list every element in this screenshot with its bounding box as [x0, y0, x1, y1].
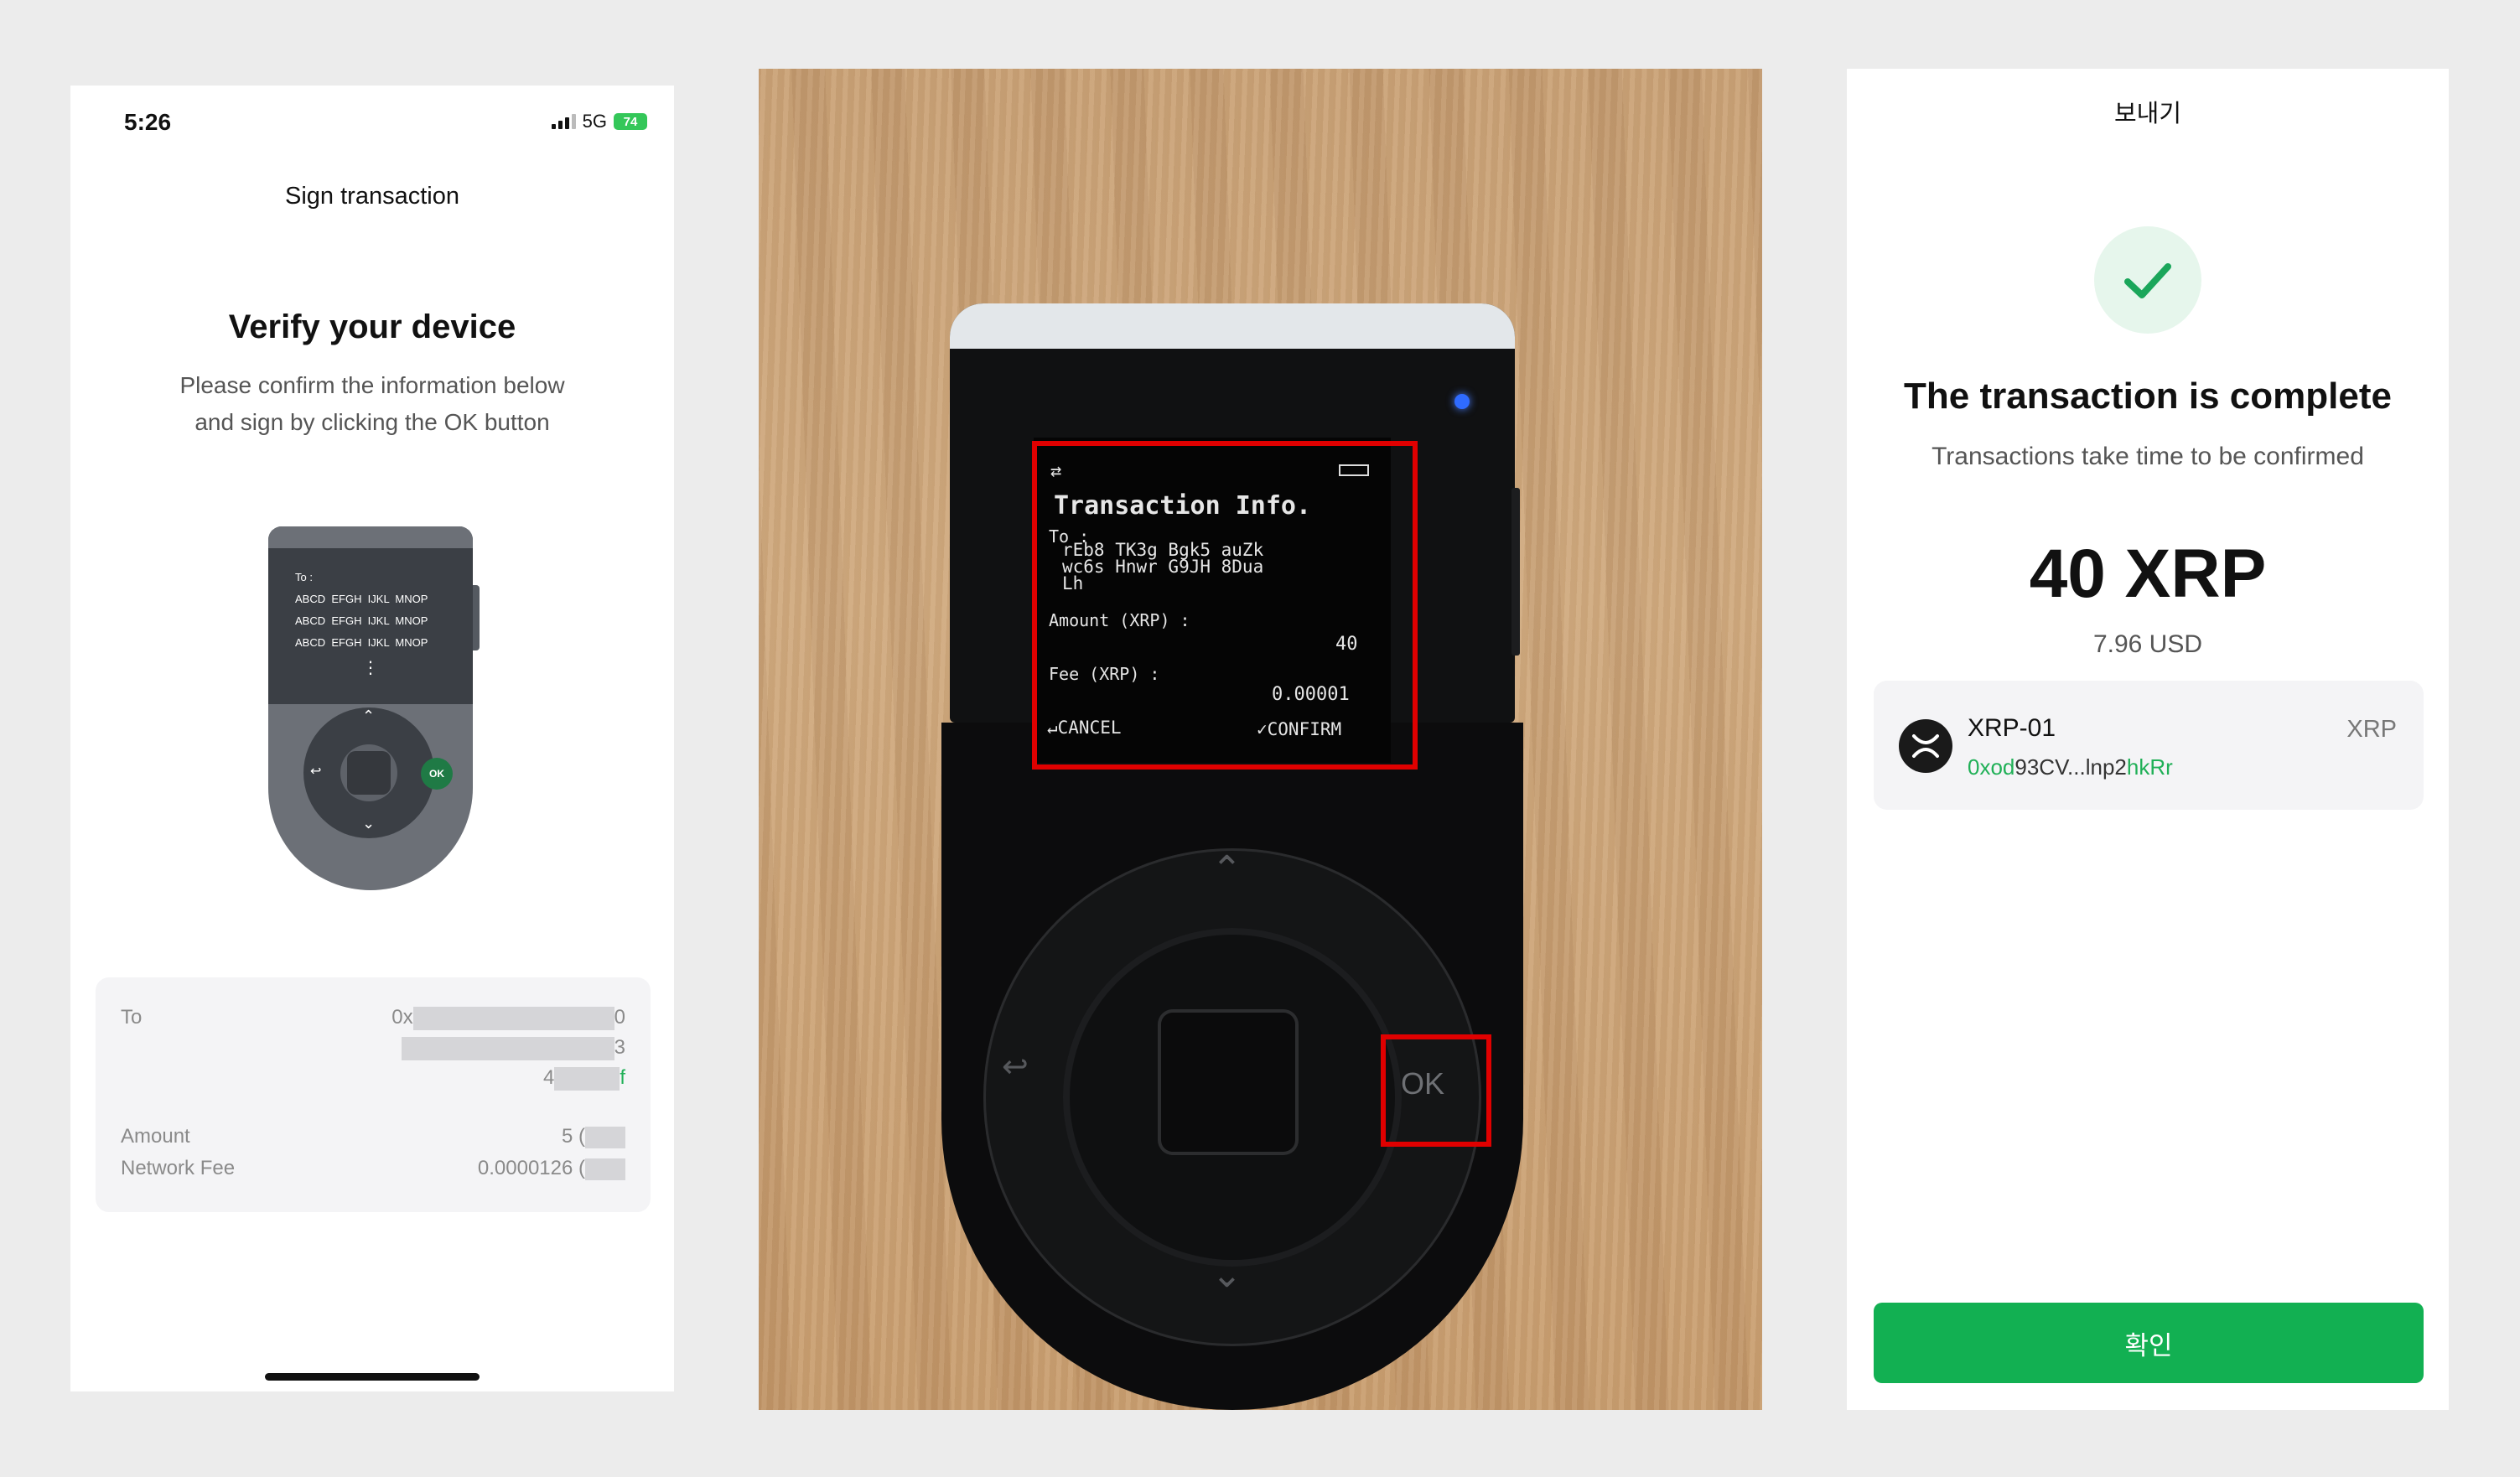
to-address-prefix: 0x: [391, 1006, 413, 1029]
instruction-line-1: Please confirm the information below: [179, 372, 565, 398]
battery-icon: 74: [614, 113, 647, 130]
sign-transaction-screen: 5:26 5G 74 Sign transaction Verify your …: [70, 86, 674, 1391]
up-arrow-icon: ⌃: [1211, 849, 1242, 890]
back-arrow-icon: ↩: [310, 764, 322, 779]
account-name: XRP-01: [1968, 714, 2056, 742]
account-card: XRP-01 0xod93CV...lnp2hkRr XRP: [1874, 681, 2424, 810]
fee-value: 0.0000126 (: [478, 1157, 625, 1180]
ok-highlight-box: [1381, 1034, 1491, 1147]
up-arrow-icon: ⌃: [362, 707, 376, 724]
fee-text: 0.0000126 (: [477, 1157, 585, 1179]
fingerprint-button: [1161, 1013, 1295, 1152]
device-side-button: [473, 585, 480, 650]
down-arrow-icon: ⌃: [362, 814, 376, 831]
instruction-line-2: and sign by clicking the OK button: [194, 409, 550, 435]
device-illustration: To : ABCD EFGH IJKL MNOP ABCD EFGH IJKL MN…: [268, 526, 480, 890]
success-badge: [2094, 226, 2201, 334]
redacted-block: [401, 1036, 614, 1060]
to-address-line-1: 0x 0: [391, 1006, 625, 1030]
checkmark-icon: [2124, 263, 2171, 298]
send-complete-screen: 보내기 The transaction is complete Transact…: [1847, 69, 2449, 1410]
address-middle: 93CV...lnp2: [2014, 754, 2127, 780]
device-address-row: ABCD EFGH IJKL MNOP: [295, 593, 428, 605]
address-prefix: 0xod: [1968, 754, 2015, 780]
to-address-suffix: 3: [614, 1036, 625, 1059]
back-arrow-icon: ↩: [1002, 1049, 1029, 1085]
confirm-button[interactable]: 확인: [1874, 1303, 2424, 1383]
home-indicator[interactable]: [265, 1373, 480, 1381]
to-address-prefix: 4: [542, 1066, 555, 1089]
down-arrow-icon: ⌃: [1211, 1252, 1242, 1293]
device-dpad: ⌃ ⌃ ↩ OK: [303, 707, 453, 838]
redacted-block: [585, 1126, 625, 1148]
amount-label: Amount: [121, 1125, 190, 1148]
hardware-wallet-cap: [950, 303, 1515, 349]
device-address-row: ABCD EFGH IJKL MNOP: [295, 636, 428, 649]
status-bar-icons: 5G 74: [551, 111, 647, 132]
hardware-wallet-photo: ⌃ ⌃ ↩ ⇄ Transaction Info. To : rEb8 TK3g…: [759, 69, 1762, 1410]
redacted-block: [554, 1066, 620, 1091]
sent-amount-usd: 7.96 USD: [2092, 630, 2203, 658]
network-type: 5G: [582, 111, 607, 132]
to-address-suffix: 0: [614, 1006, 625, 1029]
status-time: 5:26: [124, 109, 172, 135]
device-illustration-text: To : ABCD EFGH IJKL MNOP ABCD EFGH IJKL MN…: [295, 567, 428, 654]
nav-title: Sign transaction: [285, 183, 459, 210]
page-heading: Verify your device: [228, 308, 516, 345]
screen-highlight-box: [1032, 441, 1418, 770]
side-button: [1511, 488, 1520, 656]
status-led: [1454, 394, 1470, 409]
account-symbol: XRP: [2346, 716, 2397, 743]
fee-label: Network Fee: [121, 1157, 236, 1179]
transaction-details: To 0x 0 3 4f Amount 5 ( Network Fee 0.000…: [96, 977, 651, 1212]
nav-title: 보내기: [2113, 101, 2182, 127]
sent-amount: 40 XRP: [2029, 536, 2267, 612]
fingerprint-button-icon: [347, 751, 391, 795]
signal-icon: [551, 114, 576, 129]
address-suffix: hkRr: [2126, 754, 2173, 780]
to-label: To: [121, 1006, 143, 1029]
redacted-block: [585, 1158, 625, 1180]
amount-text: 5 (: [561, 1125, 585, 1148]
success-heading: The transaction is complete: [1904, 376, 2392, 417]
instruction-text: Please confirm the information below and…: [121, 367, 624, 441]
success-subtext: Transactions take time to be confirmed: [1931, 443, 2364, 470]
redacted-block: [412, 1006, 614, 1030]
device-address-row: ABCD EFGH IJKL MNOP: [295, 614, 428, 627]
xrp-logo-icon: [1899, 719, 1952, 773]
ok-button-icon: OK: [421, 758, 453, 790]
more-dots-icon: ⋮: [362, 659, 379, 677]
account-address: 0xod93CV...lnp2hkRr: [1968, 754, 2173, 780]
to-address-line-2: 3: [401, 1036, 625, 1060]
device-to-label: To :: [295, 571, 313, 583]
amount-value: 5 (: [562, 1125, 625, 1148]
to-address-suffix: f: [620, 1066, 625, 1089]
to-address-line-3: 4f: [543, 1066, 625, 1091]
